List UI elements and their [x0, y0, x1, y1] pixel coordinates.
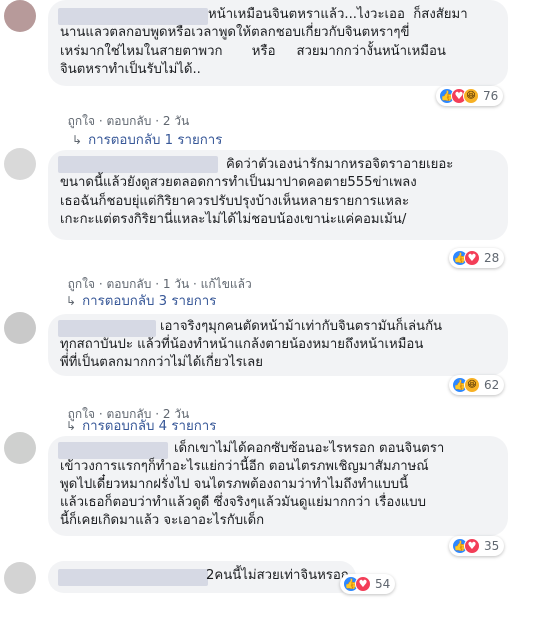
avatar[interactable] — [4, 432, 36, 464]
like-action[interactable]: ถูกใจ — [68, 114, 95, 128]
comment-line: นี้ก็เคยเกิดมาแล้ว จะเอาอะไรกับเด็ก — [60, 513, 265, 528]
comment-line: หน้าเหมือนจินตหราแล้ว...ไงวะเออ ก็สงสัยม… — [208, 7, 468, 22]
reaction-summary[interactable]: 👍 😆 62 — [449, 375, 505, 395]
view-replies-label[interactable]: การตอบกลับ 4 รายการ — [82, 415, 216, 436]
comment-bubble: 2คนนี้ไม่สวยเท่าจินหรอก — [48, 561, 356, 593]
comment-bubble: คิดว่าตัวเองน่ารักมากหรอจิตราอายเยอะ ขนา… — [48, 150, 508, 240]
laughing-face-icon: 😆 — [463, 88, 479, 104]
commenter-name-redacted[interactable] — [58, 320, 156, 337]
avatar[interactable] — [4, 148, 36, 180]
comment-line: เด็กเขาไม่ได้คอกซับซ้อนอะไรหรอก ตอนจินตร… — [174, 441, 445, 456]
commenter-name-redacted[interactable] — [58, 8, 208, 25]
comment-actions: ถูกใจ · ตอบกลับ · 2 วัน — [67, 114, 190, 128]
heart-icon: ♥ — [355, 576, 371, 592]
view-replies-link[interactable]: ↳ การตอบกลับ 3 รายการ — [66, 290, 216, 311]
comment-line: ทุกสถาบันปะ แล้วที่น้องทำหน้าแกล้งตายน้อ… — [60, 337, 424, 352]
view-replies-label[interactable]: การตอบกลับ 3 รายการ — [82, 290, 216, 311]
edited-label[interactable]: แก้ไขแล้ว — [201, 277, 252, 291]
reply-action[interactable]: ตอบกลับ — [107, 114, 152, 128]
comment-line: เข้าวงการแรกๆก็ทำอะไรแย่กว่านี้อีก ตอนไต… — [60, 459, 429, 474]
reaction-summary[interactable]: 👍 ♥ 28 — [449, 248, 505, 268]
reaction-count: 76 — [483, 89, 499, 103]
avatar[interactable] — [4, 562, 36, 594]
commenter-name-redacted[interactable] — [58, 442, 168, 459]
like-action[interactable]: ถูกใจ — [68, 277, 95, 291]
reaction-summary[interactable]: 👍 ♥ 54 — [340, 574, 396, 594]
reply-arrow-icon: ↳ — [66, 293, 77, 308]
comment-bubble: เด็กเขาไม่ได้คอกซับซ้อนอะไรหรอก ตอนจินตร… — [48, 436, 508, 536]
reaction-count: 62 — [484, 378, 500, 392]
reaction-count: 54 — [375, 577, 391, 591]
comment-line: เกะกะแต่ตรงกิริยานี่แหละไม่ได้ไม่ชอบน้อง… — [60, 212, 407, 227]
reaction-count: 35 — [484, 539, 500, 553]
comment-line: เหร่มากใช่ไหมในสายตาพวก หรือ สวยมากกว่าง… — [60, 44, 446, 59]
comment-line: ขนาดนี้แล้วยังดูสวยตลอดการทำเป็นมาปาดคอต… — [60, 175, 417, 190]
timestamp[interactable]: 1 วัน — [163, 277, 189, 291]
comment-line: เธอฉันก็ชอบยุ่แต่กิริยาควรปรับปรุงบ้างเห… — [60, 194, 410, 209]
comment-bubble: หน้าเหมือนจินตหราแล้ว...ไงวะเออ ก็สงสัยม… — [48, 0, 508, 86]
comment-line: พี่ที่เป็นตลกมากกว่าไม่ได้เกี่ยวไรเลย — [60, 355, 263, 370]
comment-line: คิดว่าตัวเองน่ารักมากหรอจิตราอายเยอะ — [226, 157, 454, 172]
reply-arrow-icon: ↳ — [72, 132, 83, 147]
view-replies-link[interactable]: ↳ การตอบกลับ 1 รายการ — [72, 129, 222, 150]
view-replies-label[interactable]: การตอบกลับ 1 รายการ — [88, 129, 222, 150]
heart-icon: ♥ — [464, 538, 480, 554]
heart-icon: ♥ — [464, 250, 480, 266]
timestamp[interactable]: 2 วัน — [163, 114, 189, 128]
reply-action[interactable]: ตอบกลับ — [107, 277, 152, 291]
comment-line: เอาจริงๆมุกคนตัดหน้าม้าเท่ากับจินตรามันก… — [160, 319, 443, 334]
avatar[interactable] — [4, 0, 36, 32]
reaction-summary[interactable]: 👍 ♥ 35 — [449, 536, 505, 556]
comment-line: นานแลวตลกอบพูดหรือเวลาพูดให้ตลกชอบเกี่ยว… — [60, 25, 410, 40]
comment-bubble: เอาจริงๆมุกคนตัดหน้าม้าเท่ากับจินตรามันก… — [48, 314, 508, 376]
laughing-face-icon: 😆 — [464, 377, 480, 393]
reaction-count: 28 — [484, 251, 500, 265]
comment-line: 2คนนี้ไม่สวยเท่าจินหรอก — [206, 568, 349, 583]
view-replies-link[interactable]: ↳ การตอบกลับ 4 รายการ — [66, 415, 216, 436]
commenter-name-redacted[interactable] — [58, 569, 208, 586]
comment-line: พูดไปเดี๋ยวหมากฝรั่งไป จนไตรภพต้องถามว่า… — [60, 477, 409, 492]
commenter-name-redacted[interactable] — [58, 156, 218, 173]
comment-line: แล้วเธอก็ตอบว่าทำแล้วดูดี ซึ่งจริงๆแล้วม… — [60, 495, 426, 510]
reaction-summary[interactable]: 👍 ♥ 😆 76 — [436, 86, 504, 106]
comment-line: จินตหราทำเป็นรับไม่ได้.. — [60, 62, 201, 77]
avatar[interactable] — [4, 312, 36, 344]
reply-arrow-icon: ↳ — [66, 418, 77, 433]
